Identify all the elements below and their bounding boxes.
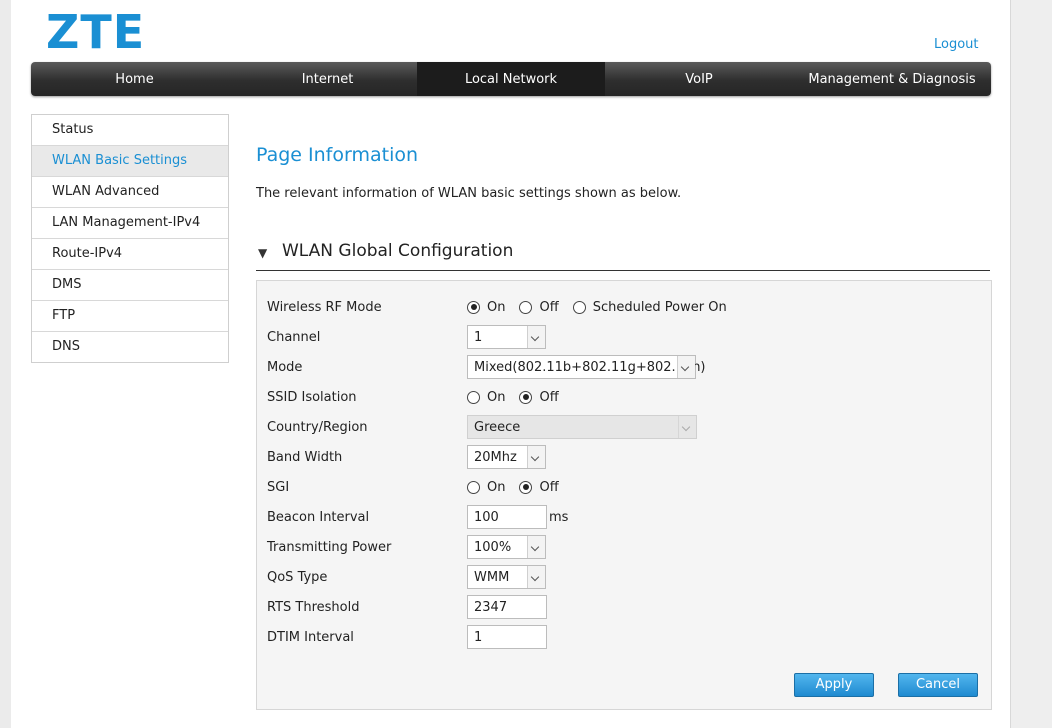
row-country-region: Country/Region Greece (267, 414, 977, 440)
field-label: SGI (267, 480, 290, 495)
sidebar: Status WLAN Basic Settings WLAN Advanced… (31, 114, 229, 363)
field-label: Transmitting Power (267, 540, 392, 555)
ssid-isolation-radios: On Off (467, 384, 573, 410)
unit-label: ms (549, 510, 569, 525)
select-value: Greece (474, 420, 521, 435)
field-label: Beacon Interval (267, 510, 370, 525)
radio-button[interactable] (467, 390, 480, 404)
qos-type-select[interactable]: WMM (467, 565, 546, 589)
radio-button[interactable] (519, 480, 533, 494)
radio-button[interactable] (467, 300, 480, 314)
rf-mode-on-option[interactable]: On (467, 300, 505, 315)
rf-mode-off-option[interactable]: Off (519, 299, 559, 315)
row-transmitting-power: Transmitting Power 100% (267, 534, 977, 560)
wlan-config-panel: Wireless RF Mode On Off Scheduled Power … (256, 280, 992, 710)
field-label: SSID Isolation (267, 390, 357, 405)
sidebar-item-wlan-basic-settings[interactable]: WLAN Basic Settings (32, 146, 228, 177)
select-value: Mixed(802.11b+802.11g+802.11n) (474, 360, 706, 375)
row-mode: Mode Mixed(802.11b+802.11g+802.11n) (267, 354, 977, 380)
radio-label: Off (539, 389, 559, 405)
sidebar-item-status[interactable]: Status (32, 115, 228, 146)
top-nav: Home Internet Local Network VoIP Managem… (31, 62, 991, 96)
field-label: DTIM Interval (267, 630, 354, 645)
sgi-radios: On Off (467, 474, 573, 500)
field-label: Band Width (267, 450, 343, 465)
row-rts-threshold: RTS Threshold 2347 (267, 594, 977, 620)
field-label: Channel (267, 330, 321, 345)
dtim-interval-input[interactable]: 1 (467, 625, 547, 649)
page-title: Page Information (256, 144, 419, 166)
nav-home[interactable]: Home (31, 62, 238, 96)
row-ssid-isolation: SSID Isolation On Off (267, 384, 977, 410)
radio-label: Off (539, 479, 559, 495)
field-label: Country/Region (267, 420, 368, 435)
ssid-isolation-off-option[interactable]: Off (519, 389, 559, 405)
sidebar-item-lan-management-ipv4[interactable]: LAN Management-IPv4 (32, 208, 228, 239)
field-label: QoS Type (267, 570, 328, 585)
select-value: WMM (474, 570, 510, 585)
mode-select[interactable]: Mixed(802.11b+802.11g+802.11n) (467, 355, 706, 379)
sidebar-item-route-ipv4[interactable]: Route-IPv4 (32, 239, 228, 270)
zte-logo: ZTE (46, 5, 146, 59)
row-channel: Channel 1 (267, 324, 977, 350)
rf-mode-scheduled-option[interactable]: Scheduled Power On (572, 299, 727, 315)
nav-internet[interactable]: Internet (238, 62, 417, 96)
row-beacon-interval: Beacon Interval 100 ms (267, 504, 977, 530)
select-value: 20Mhz (474, 450, 517, 465)
sidebar-item-dms[interactable]: DMS (32, 270, 228, 301)
wireless-rf-mode-radios: On Off Scheduled Power On (467, 294, 741, 320)
scroll-area (1010, 0, 1052, 728)
chevron-down-icon[interactable] (527, 536, 545, 558)
row-sgi: SGI On Off (267, 474, 977, 500)
triangle-down-icon[interactable]: ▼ (258, 246, 267, 260)
section-title: WLAN Global Configuration (282, 241, 514, 261)
field-label: Mode (267, 360, 303, 375)
radio-button[interactable] (572, 300, 586, 314)
radio-button[interactable] (467, 480, 480, 494)
field-label: RTS Threshold (267, 600, 360, 615)
band-width-select[interactable]: 20Mhz (467, 445, 546, 469)
rts-threshold-input[interactable]: 2347 (467, 595, 547, 619)
radio-button[interactable] (519, 390, 533, 404)
radio-label: Off (539, 299, 559, 315)
nav-local-network[interactable]: Local Network (417, 62, 605, 96)
logout-link[interactable]: Logout (934, 37, 979, 52)
chevron-down-icon[interactable] (527, 326, 545, 348)
nav-voip[interactable]: VoIP (605, 62, 793, 96)
select-value: 1 (474, 330, 483, 345)
radio-label: On (487, 299, 506, 315)
section-header[interactable]: ▼ WLAN Global Configuration (256, 240, 990, 271)
row-qos-type: QoS Type WMM (267, 564, 977, 590)
sgi-off-option[interactable]: Off (519, 479, 559, 495)
row-band-width: Band Width 20Mhz (267, 444, 977, 470)
radio-label: On (487, 389, 506, 405)
chevron-down-icon (678, 416, 696, 438)
sidebar-item-wlan-advanced[interactable]: WLAN Advanced (32, 177, 228, 208)
row-dtim-interval: DTIM Interval 1 (267, 624, 977, 650)
chevron-down-icon[interactable] (527, 446, 545, 468)
radio-label: On (487, 479, 506, 495)
ssid-isolation-on-option[interactable]: On (467, 390, 505, 405)
sidebar-item-dns[interactable]: DNS (32, 332, 228, 362)
radio-button[interactable] (519, 300, 533, 314)
beacon-interval-input[interactable]: 100 (467, 505, 547, 529)
field-label: Wireless RF Mode (267, 300, 382, 315)
sgi-on-option[interactable]: On (467, 480, 505, 495)
transmitting-power-select[interactable]: 100% (467, 535, 546, 559)
nav-management-diagnosis[interactable]: Management & Diagnosis (793, 62, 991, 96)
country-region-select: Greece (467, 415, 697, 439)
cancel-button[interactable]: Cancel (898, 673, 978, 697)
channel-select[interactable]: 1 (467, 325, 546, 349)
select-value: 100% (474, 540, 512, 555)
chevron-down-icon[interactable] (677, 356, 695, 378)
apply-button[interactable]: Apply (794, 673, 874, 697)
page-description: The relevant information of WLAN basic s… (256, 186, 682, 201)
radio-label: Scheduled Power On (592, 299, 727, 315)
chevron-down-icon[interactable] (527, 566, 545, 588)
sidebar-item-ftp[interactable]: FTP (32, 301, 228, 332)
row-wireless-rf-mode: Wireless RF Mode On Off Scheduled Power … (267, 294, 977, 320)
